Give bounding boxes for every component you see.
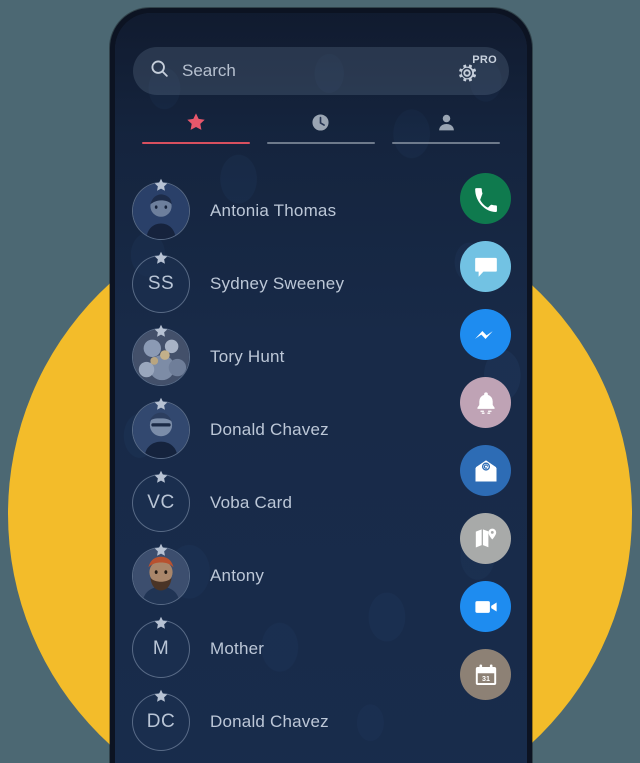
screenshot-canvas: PRO bbox=[0, 0, 640, 763]
action-button-call[interactable] bbox=[460, 173, 511, 224]
contact-name: Tory Hunt bbox=[210, 346, 285, 366]
person-icon bbox=[436, 109, 457, 135]
favorite-star-icon bbox=[153, 396, 169, 412]
svg-text:31: 31 bbox=[482, 675, 490, 683]
search-icon bbox=[149, 58, 170, 84]
favorite-star-icon bbox=[153, 542, 169, 558]
favorite-star-icon bbox=[153, 615, 169, 631]
contact-name: Antonia Thomas bbox=[210, 200, 337, 220]
avatar[interactable] bbox=[132, 324, 190, 386]
contact-name: Donald Chavez bbox=[210, 419, 329, 439]
action-button-calendar[interactable]: 31 bbox=[460, 649, 511, 700]
avatar[interactable]: VC bbox=[132, 470, 190, 532]
action-button-video[interactable] bbox=[460, 581, 511, 632]
avatar[interactable]: SS bbox=[132, 251, 190, 313]
video-icon bbox=[473, 594, 499, 620]
clock-icon bbox=[310, 109, 331, 135]
tab-bar bbox=[133, 109, 509, 144]
phone-device-frame: PRO bbox=[110, 8, 532, 763]
tab-underline-recents bbox=[267, 142, 375, 144]
avatar[interactable] bbox=[132, 543, 190, 605]
map-icon bbox=[473, 526, 499, 552]
avatar[interactable]: M bbox=[132, 616, 190, 678]
tab-recents[interactable] bbox=[258, 109, 383, 144]
phone-icon bbox=[473, 186, 499, 212]
avatar-initials: M bbox=[152, 637, 170, 659]
avatar-initials: SS bbox=[147, 272, 175, 294]
pro-badge: PRO bbox=[472, 54, 497, 66]
quick-action-rail: 31 bbox=[460, 173, 511, 700]
action-button-email[interactable] bbox=[460, 445, 511, 496]
action-button-sms[interactable] bbox=[460, 241, 511, 292]
phone-screen: PRO bbox=[115, 13, 527, 763]
favorite-star-icon bbox=[153, 177, 169, 193]
chat-icon bbox=[473, 254, 499, 280]
action-button-alarm[interactable] bbox=[460, 377, 511, 428]
avatar[interactable]: DC bbox=[132, 689, 190, 751]
avatar[interactable] bbox=[132, 178, 190, 240]
favorite-star-icon bbox=[153, 323, 169, 339]
search-bar[interactable]: PRO bbox=[133, 47, 509, 95]
tab-underline-contacts bbox=[392, 142, 501, 144]
mail-icon bbox=[472, 457, 500, 485]
tab-underline-favorites bbox=[141, 142, 250, 144]
favorite-star-icon bbox=[153, 250, 169, 266]
contact-name: Mother bbox=[210, 638, 265, 658]
contact-name: Antony bbox=[210, 565, 265, 585]
favorite-star-icon bbox=[153, 688, 169, 704]
calendar-icon: 31 bbox=[473, 662, 499, 688]
star-icon bbox=[185, 109, 207, 135]
tab-favorites[interactable] bbox=[133, 109, 258, 144]
contact-name: Voba Card bbox=[210, 492, 293, 512]
action-button-messenger[interactable] bbox=[460, 309, 511, 360]
avatar[interactable] bbox=[132, 397, 190, 459]
action-button-maps[interactable] bbox=[460, 513, 511, 564]
app-header: PRO bbox=[115, 13, 527, 144]
search-input[interactable] bbox=[182, 61, 449, 81]
pro-settings-button[interactable]: PRO bbox=[455, 54, 497, 87]
messenger-icon bbox=[472, 321, 500, 349]
contact-name: Sydney Sweeney bbox=[210, 273, 345, 293]
avatar-initials: DC bbox=[146, 710, 176, 732]
tab-contacts[interactable] bbox=[384, 109, 509, 144]
avatar-initials: VC bbox=[147, 491, 175, 513]
favorite-star-icon bbox=[153, 469, 169, 485]
bell-icon bbox=[473, 390, 499, 416]
contact-name: Donald Chavez bbox=[210, 711, 329, 731]
